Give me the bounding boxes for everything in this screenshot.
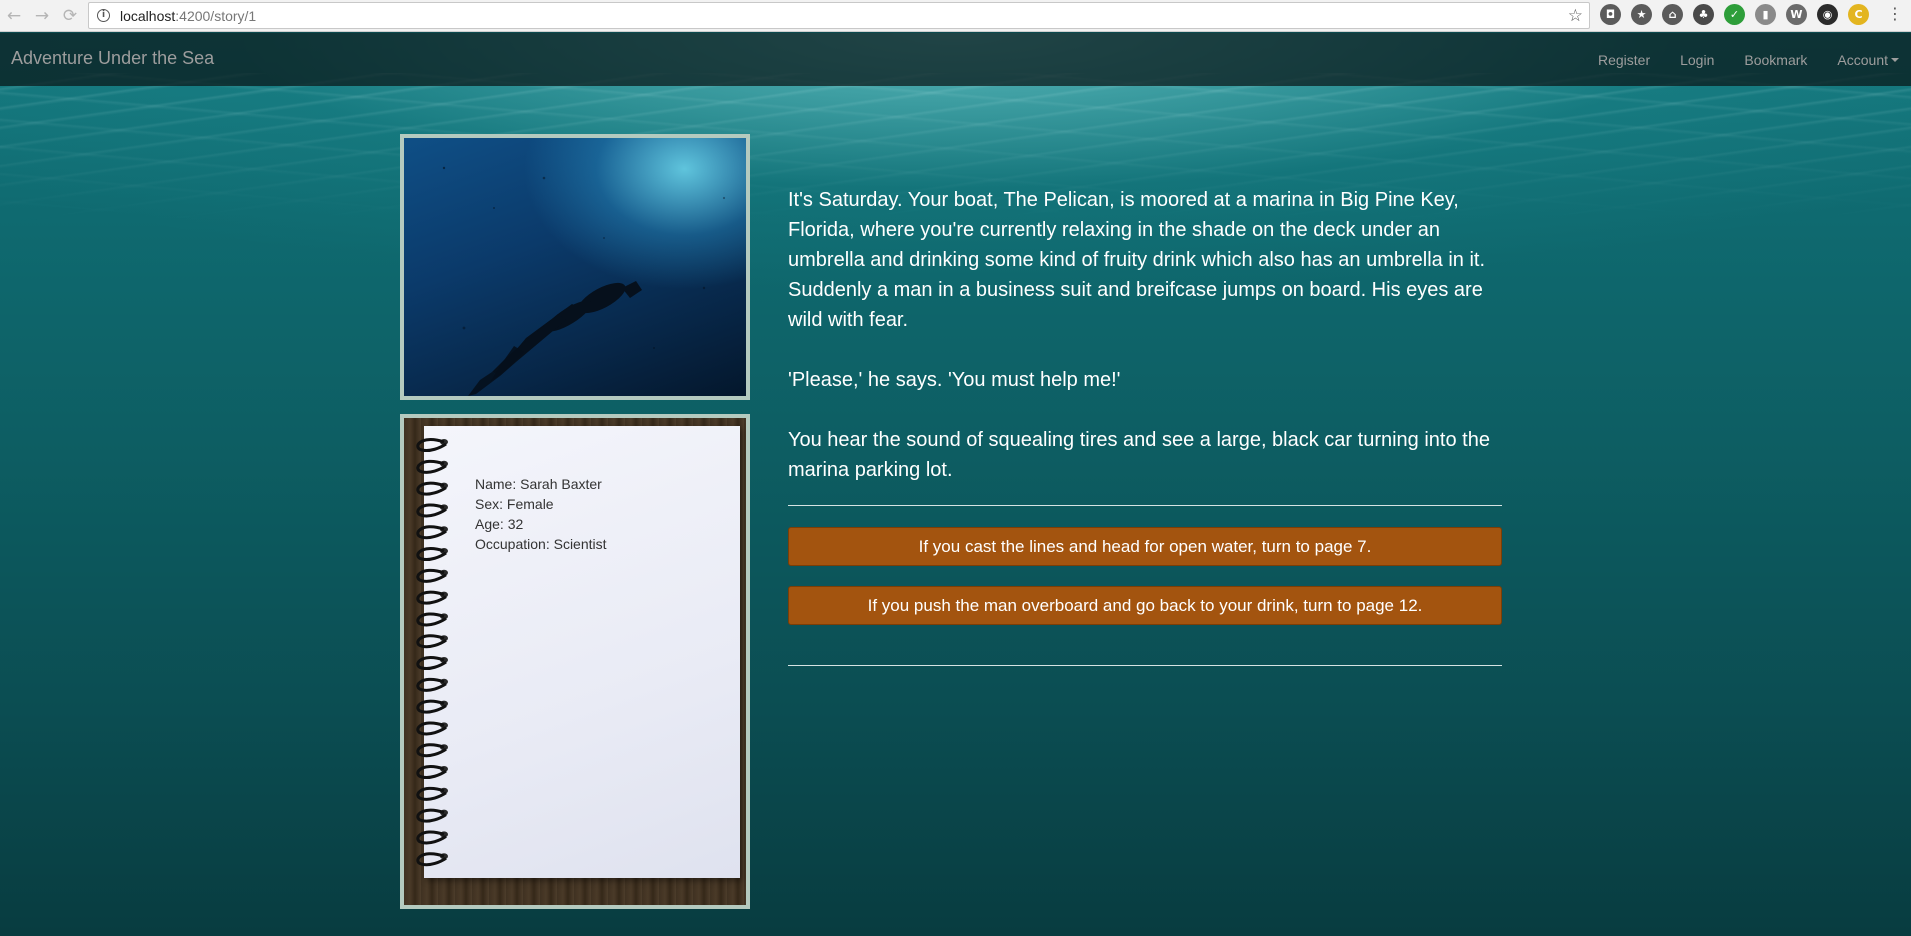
spiral-ring [416, 852, 448, 867]
character-info: Name: Sarah Baxter Sex: Female Age: 32 O… [475, 474, 607, 554]
reload-icon[interactable]: ⟳ [56, 2, 84, 30]
star-plus-icon[interactable]: ★ [1631, 4, 1652, 25]
pocket-icon[interactable]: ◘ [1600, 4, 1621, 25]
nav-register-link[interactable]: Register [1598, 52, 1650, 68]
nav-account-label: Account [1837, 51, 1888, 68]
extension-icons: ◘ ★ ⌂ ♣ ✓ ▮ W ◉ C [1600, 4, 1869, 25]
brand-link[interactable]: Adventure Under the Sea [11, 48, 214, 69]
character-age: Age: 32 [475, 516, 524, 532]
spiral-ring [416, 503, 448, 518]
bookmark-star-icon[interactable]: ☆ [1568, 6, 1583, 26]
story-paragraph-1: It's Saturday. Your boat, The Pelican, i… [788, 189, 1486, 331]
spiral-ring [416, 721, 448, 736]
diver-illustration [442, 166, 726, 396]
story-text: It's Saturday. Your boat, The Pelican, i… [788, 185, 1504, 485]
story-paragraph-2: 'Please,' he says. 'You must help me!' [788, 369, 1121, 391]
spiral-ring [416, 634, 448, 649]
nav-account-dropdown[interactable]: Account [1837, 52, 1899, 68]
url-path: :4200/story/1 [175, 7, 257, 24]
character-occupation: Occupation: Scientist [475, 536, 607, 552]
spiral-ring [416, 656, 448, 670]
address-bar[interactable]: i localhost:4200/story/1 ☆ [88, 2, 1590, 29]
caret-down-icon [1891, 57, 1899, 62]
story-paragraph-3: You hear the sound of squealing tires an… [788, 429, 1490, 481]
nav-links: Register Login Bookmark Account [1568, 33, 1899, 86]
spiral-ring [416, 786, 448, 801]
cookie-icon[interactable]: C [1848, 4, 1869, 25]
spiral-ring [416, 525, 448, 540]
evernote-icon[interactable]: ♣ [1693, 4, 1714, 25]
info-icon[interactable]: i [97, 9, 110, 22]
divider-top [788, 505, 1502, 506]
forward-arrow-icon[interactable]: → [28, 2, 56, 30]
spiral-ring [416, 590, 448, 605]
spiral-ring [416, 743, 448, 758]
map-pin-icon[interactable]: ⌂ [1662, 4, 1683, 25]
spiral-ring [416, 481, 448, 496]
character-notebook: Name: Sarah Baxter Sex: Female Age: 32 O… [400, 414, 750, 909]
browser-toolbar: ← → ⟳ i localhost:4200/story/1 ☆ ◘ ★ ⌂ ♣ ✓ ▮ W… [0, 0, 1911, 32]
spiral-ring [416, 568, 448, 583]
shield-icon[interactable]: ◉ [1817, 4, 1838, 25]
character-sex: Sex: Female [475, 496, 554, 512]
scene-image [400, 134, 750, 400]
spiral-ring [416, 459, 448, 474]
spiral-ring [416, 765, 448, 779]
spiral-ring [416, 699, 448, 714]
checkmark-icon[interactable]: ✓ [1724, 4, 1745, 25]
choice-button-page-12[interactable]: If you push the man overboard and go bac… [788, 586, 1502, 625]
choice-button-page-7[interactable]: If you cast the lines and head for open … [788, 527, 1502, 566]
nav-login-link[interactable]: Login [1680, 52, 1714, 68]
wappalyzer-icon[interactable]: W [1786, 4, 1807, 25]
pdf-icon[interactable]: ▮ [1755, 4, 1776, 25]
spiral-ring [416, 612, 448, 627]
back-arrow-icon[interactable]: ← [0, 2, 28, 30]
notebook-spiral [416, 438, 448, 867]
url-host: localhost [120, 7, 176, 24]
spiral-ring [416, 677, 448, 692]
navbar: Adventure Under the Sea Register Login B… [0, 33, 1911, 86]
browser-menu-icon[interactable]: ⋮ [1887, 6, 1903, 22]
spiral-ring [416, 830, 448, 845]
spiral-ring [416, 438, 448, 452]
divider-bottom [788, 665, 1502, 666]
character-name: Name: Sarah Baxter [475, 476, 602, 492]
spiral-ring [416, 808, 448, 823]
spiral-ring [416, 547, 448, 561]
page-background: Adventure Under the Sea Register Login B… [0, 33, 1911, 936]
nav-bookmark-link[interactable]: Bookmark [1744, 52, 1807, 68]
